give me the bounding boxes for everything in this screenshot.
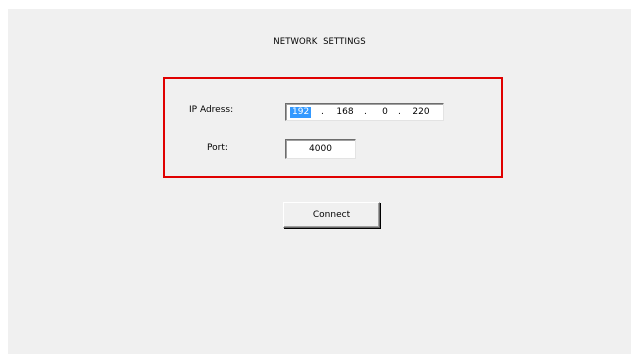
ip-octet-1[interactable]: 192 [290, 107, 312, 118]
ip-address-label: IP Adress: [189, 105, 234, 115]
port-field[interactable]: 4000 [285, 139, 356, 159]
ip-address-field[interactable]: 192 . 168 . 0 . 220 [285, 103, 444, 121]
ip-separator-3: . [398, 107, 401, 117]
settings-window: NETWORK SETTINGS IP Adress: 192 . 168 . … [8, 9, 631, 354]
ip-octet-3[interactable]: 0 [378, 107, 392, 118]
connect-button[interactable]: Connect [283, 202, 380, 228]
network-settings-group: IP Adress: 192 . 168 . 0 . 220 Port: 400… [163, 77, 503, 178]
ip-separator-1: . [321, 107, 324, 117]
page-title: NETWORK SETTINGS [273, 37, 366, 47]
port-value: 4000 [309, 144, 332, 154]
port-label: Port: [207, 143, 228, 153]
ip-separator-2: . [364, 107, 367, 117]
ip-octet-4[interactable]: 220 [410, 107, 432, 118]
ip-octet-2[interactable]: 168 [334, 107, 356, 118]
